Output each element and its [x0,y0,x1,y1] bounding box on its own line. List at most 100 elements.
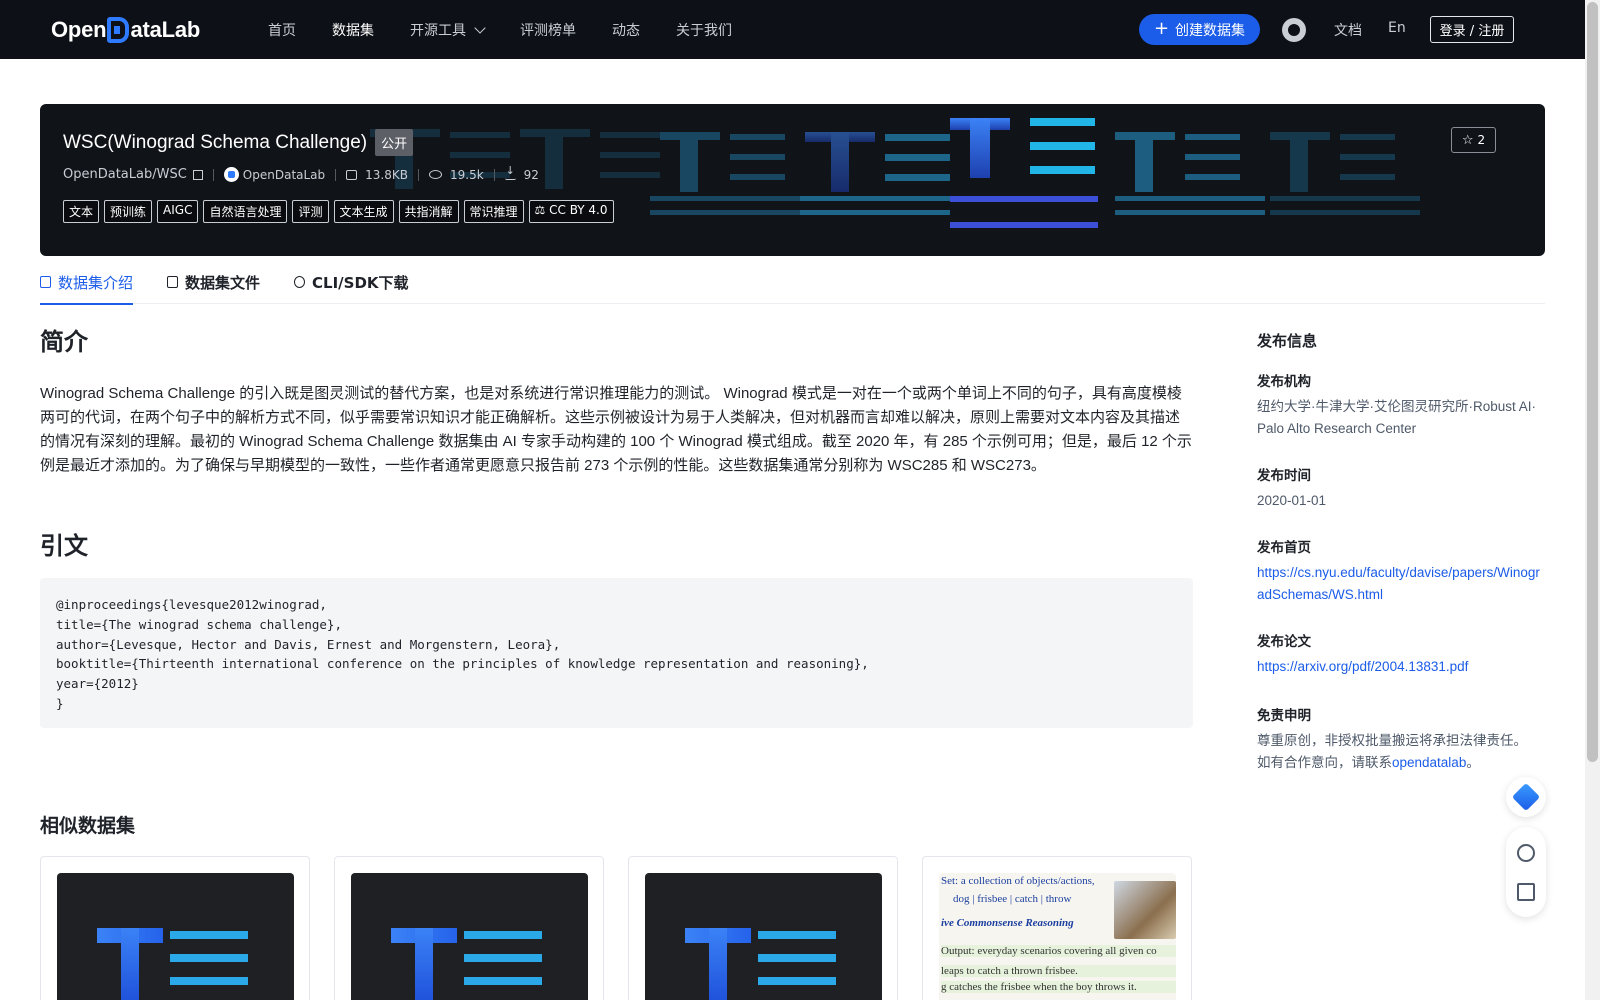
divider [335,168,337,181]
scrollbar-thumb[interactable] [1587,2,1598,762]
intro-paragraph: Winograd Schema Challenge 的引入既是图灵测试的替代方案… [40,385,1192,474]
dataset-title: WSC(Winograd Schema Challenge) [63,131,368,153]
dataset-thumbnail-paper: Set: a collection of objects/actions, do… [939,873,1176,1000]
chevron-down-icon [474,21,486,34]
support-group [1506,827,1546,917]
dataset-tags: 文本 预训练 AIGC 自然语言处理 评测 文本生成 共指消解 常识推理 ⚖ C… [63,200,619,223]
thumbnail-lines [464,931,542,1000]
tag-pretraining[interactable]: 预训练 [104,200,153,223]
similar-dataset-card[interactable] [334,856,604,1000]
tag-commonsense[interactable]: 常识推理 [463,200,524,223]
disclaimer-text: 尊重原创，非授权批量搬运将承担法律责任。如有合作意向，请联系opendatala… [1257,730,1537,774]
publisher-org-value: 纽约大学·牛津大学·艾伦图灵研究所·Robust AI·Palo Alto Re… [1257,399,1537,436]
paper-line: leaps to catch a thrown frisbee. [941,965,1176,977]
language-switch[interactable]: En [1388,20,1406,36]
similar-dataset-card[interactable] [40,856,310,1000]
tag-nlp[interactable]: 自然语言处理 [203,200,288,223]
headset-icon[interactable] [1517,843,1535,862]
contact-link[interactable]: opendatalab [1392,755,1466,770]
thumbnail-t-glyph [97,928,163,1000]
similar-datasets-list: Set: a collection of objects/actions, do… [40,856,1216,1000]
homepage-link[interactable]: https://cs.nyu.edu/faculty/davise/papers… [1257,562,1542,606]
main-nav: 首页 数据集 开源工具 评测榜单 动态 关于我们 [268,0,768,59]
download-icon [504,164,516,180]
nav-home[interactable]: 首页 [268,20,296,40]
copy-icon[interactable] [192,169,203,180]
database-icon [40,276,51,288]
github-icon[interactable] [1282,18,1306,42]
nav-docs-link[interactable]: 文档 [1334,20,1362,40]
logo-text-right: ataLab [130,17,201,42]
dataset-views-value: 19.5k [449,167,484,182]
create-dataset-label: 创建数据集 [1175,22,1246,39]
create-dataset-button[interactable]: + 创建数据集 [1139,14,1260,45]
intro-heading: 简介 [40,328,88,356]
thumbnail-t-glyph [685,928,751,1000]
logo-d-mark [107,17,130,43]
dataset-banner: WSC(Winograd Schema Challenge) 公开 OpenDa… [40,104,1545,256]
feedback-icon[interactable] [1517,882,1535,901]
diamond-logo-icon [1511,782,1541,812]
floating-tools [1506,777,1546,917]
tab-cli-sdk-label: CLI/SDK下载 [312,273,409,292]
star-icon: ☆ [1461,132,1474,148]
disclaimer-end: 。 [1466,755,1480,770]
similar-datasets-heading: 相似数据集 [40,815,136,837]
similar-dataset-card[interactable]: Set: a collection of objects/actions, do… [922,856,1192,1000]
cloud-download-icon [294,276,306,288]
file-icon [167,276,179,288]
disclaimer-label: 免责申明 [1257,708,1311,724]
nav-open-tools-label: 开源工具 [410,22,466,39]
assistant-button[interactable] [1506,777,1546,817]
publisher-name: OpenDataLab [242,167,326,182]
tab-files[interactable]: 数据集文件 [167,260,260,304]
tab-files-label: 数据集文件 [185,273,261,292]
dataset-downloads-value: 92 [523,167,539,182]
paper-line: g catches the frisbee when the boy throw… [941,981,1176,993]
dataset-views: 19.5k [428,167,484,182]
paper-line: ive Commonsense Reasoning [941,917,1074,929]
divider [417,168,419,181]
similar-dataset-card[interactable] [628,856,898,1000]
homepage-label: 发布首页 [1257,540,1311,556]
dataset-thumbnail [645,873,882,1000]
tag-evaluation[interactable]: 评测 [292,200,329,223]
nav-datasets[interactable]: 数据集 [332,20,374,40]
license-badge[interactable]: ⚖ CC BY 4.0 [528,200,614,223]
dataset-size-value: 13.8KB [365,167,408,182]
tab-introduction-label: 数据集介绍 [58,273,134,292]
divider [493,168,495,181]
tag-aigc[interactable]: AIGC [157,200,199,223]
tab-introduction[interactable]: 数据集介绍 [40,260,134,305]
nav-open-tools[interactable]: 开源工具 [410,20,486,40]
citation-heading: 引文 [40,532,88,560]
thumbnail-photo [1114,881,1176,939]
thumbnail-t-glyph [391,928,457,1000]
dataset-size: 13.8KB [346,168,408,182]
logo-text-left: Open [51,17,107,42]
star-count: 2 [1477,133,1486,147]
tag-text[interactable]: 文本 [63,200,100,223]
dataset-meta: OpenDataLab/WSC OpenDataLab 13.8KB 19.5k… [63,164,539,182]
login-register-button[interactable]: 登录 / 注册 [1430,16,1514,43]
opendatalab-logo[interactable]: Open ataLab [51,14,200,46]
tag-text-generation[interactable]: 文本生成 [333,200,394,223]
publisher[interactable]: OpenDataLab [223,167,326,182]
star-button[interactable]: ☆ 2 [1451,127,1496,153]
nav-news[interactable]: 动态 [612,20,640,40]
nav-leaderboard[interactable]: 评测榜单 [520,20,576,40]
dataset-tabs: 数据集介绍 数据集文件 CLI/SDK下载 [40,260,1545,305]
paper-link[interactable]: https://arxiv.org/pdf/2004.13831.pdf [1257,656,1542,678]
tab-cli-sdk[interactable]: CLI/SDK下载 [294,260,409,304]
publish-info-title: 发布信息 [1257,332,1318,350]
dataset-thumbnail [57,873,294,1000]
citation-code-block: @inproceedings{levesque2012winograd, tit… [40,578,1193,728]
eye-icon [428,170,442,179]
nav-about[interactable]: 关于我们 [676,20,732,40]
tag-coreference[interactable]: 共指消解 [398,200,459,223]
scale-icon: ⚖ [534,203,550,217]
page-scrollbar[interactable] [1585,0,1600,1000]
org-avatar-icon [223,167,239,182]
paper-line: Output: everyday scenarios covering all … [941,945,1176,957]
divider [212,168,214,181]
